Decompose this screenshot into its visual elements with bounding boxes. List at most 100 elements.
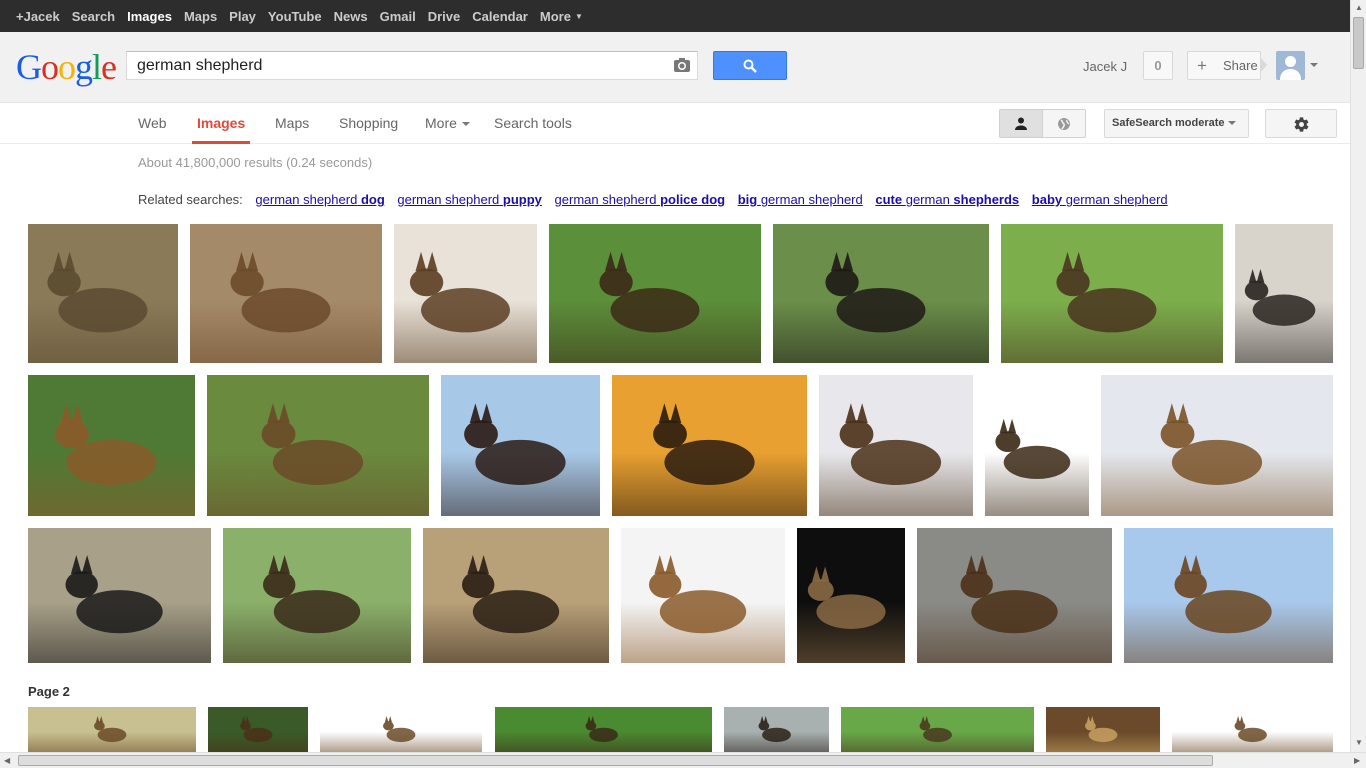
image-result-thumbnail[interactable] — [28, 224, 178, 363]
image-result-thumbnail[interactable] — [207, 375, 429, 516]
dog-silhouette-icon — [240, 716, 273, 743]
google-logo[interactable]: Google — [16, 46, 117, 88]
dog-silhouette-icon — [462, 555, 560, 634]
globe-icon — [1058, 118, 1070, 130]
user-name[interactable]: Jacek J — [1083, 59, 1127, 74]
topbar-search-link[interactable]: Search — [66, 0, 121, 32]
image-result-thumbnail[interactable] — [797, 528, 905, 663]
image-result-thumbnail[interactable] — [423, 528, 609, 663]
image-result-thumbnail[interactable] — [28, 528, 211, 663]
image-result-thumbnail[interactable] — [549, 224, 761, 363]
safesearch-label: SafeSearch moderate — [1112, 117, 1225, 129]
topbar-more-label: More — [539, 9, 571, 24]
top-navigation-bar: +Jacek Search Images Maps Play YouTube N… — [0, 0, 1350, 32]
settings-button[interactable] — [1265, 109, 1337, 138]
avatar[interactable] — [1276, 51, 1305, 80]
image-result-thumbnail[interactable] — [190, 224, 382, 363]
personal-results-toggle[interactable] — [999, 109, 1043, 138]
notification-count-button[interactable]: 0 — [1143, 51, 1173, 80]
related-search-bold: puppy — [502, 192, 542, 207]
related-search-big[interactable]: big german shepherd — [738, 192, 863, 207]
image-result-thumbnail[interactable] — [773, 224, 989, 363]
tab-shopping[interactable]: Shopping — [339, 103, 398, 144]
vertical-scrollbar[interactable]: ▲ ▼ — [1350, 0, 1366, 752]
image-result-thumbnail[interactable] — [724, 707, 829, 752]
topbar-images-link[interactable]: Images — [121, 0, 178, 32]
image-result-thumbnail[interactable] — [985, 375, 1089, 516]
topbar-calendar-link[interactable]: Calendar — [466, 0, 534, 32]
image-result-thumbnail[interactable] — [1046, 707, 1160, 752]
tab-maps[interactable]: Maps — [275, 103, 309, 144]
dog-silhouette-icon — [94, 716, 127, 743]
image-result-thumbnail[interactable] — [320, 707, 482, 752]
search-button[interactable] — [713, 51, 787, 80]
tab-more-label: More — [425, 115, 457, 131]
topbar-profile-link[interactable]: +Jacek — [10, 0, 66, 32]
related-search-police-dog[interactable]: german shepherd police dog — [555, 192, 726, 207]
image-result-thumbnail[interactable] — [208, 707, 308, 752]
caret-down-icon — [461, 122, 470, 126]
scroll-down-icon[interactable]: ▼ — [1355, 738, 1363, 747]
dog-silhouette-icon — [599, 251, 700, 333]
image-result-thumbnail[interactable] — [394, 224, 537, 363]
tab-more[interactable]: More — [425, 103, 470, 144]
topbar-gmail-link[interactable]: Gmail — [374, 0, 422, 32]
topbar-maps-link[interactable]: Maps — [178, 0, 223, 32]
related-search-baby[interactable]: baby german shepherd — [1032, 192, 1168, 207]
image-result-thumbnail[interactable] — [1124, 528, 1333, 663]
horizontal-scrollbar[interactable]: ◀ ▶ — [0, 752, 1366, 768]
search-input[interactable] — [137, 57, 657, 75]
topbar-youtube-link[interactable]: YouTube — [262, 0, 328, 32]
related-search-puppy[interactable]: german shepherd puppy — [397, 192, 542, 207]
person-icon — [1015, 117, 1027, 130]
scroll-right-icon[interactable]: ▶ — [1354, 756, 1360, 765]
topbar-drive-link[interactable]: Drive — [422, 0, 467, 32]
related-search-cute[interactable]: cute german shepherds — [875, 192, 1019, 207]
search-box — [126, 51, 698, 80]
image-result-thumbnail[interactable] — [495, 707, 712, 752]
dog-silhouette-icon — [1160, 403, 1263, 485]
share-button[interactable]: + Share — [1187, 51, 1261, 80]
camera-icon[interactable] — [673, 57, 691, 73]
dog-silhouette-icon — [653, 403, 755, 485]
topbar-play-link[interactable]: Play — [223, 0, 262, 32]
related-search-text: german shepherd — [554, 192, 657, 207]
image-result-thumbnail[interactable] — [1001, 224, 1223, 363]
image-result-thumbnail[interactable] — [621, 528, 785, 663]
safesearch-dropdown[interactable]: SafeSearch moderate — [1104, 109, 1249, 138]
dog-silhouette-icon — [825, 251, 926, 333]
topbar-news-link[interactable]: News — [328, 0, 374, 32]
vertical-scroll-thumb[interactable] — [1353, 17, 1364, 69]
image-result-thumbnail[interactable] — [1101, 375, 1333, 516]
tab-images[interactable]: Images — [191, 103, 251, 144]
image-result-thumbnail[interactable] — [1235, 224, 1333, 363]
share-arrow-decoration — [1260, 57, 1267, 73]
related-search-bold: dog — [360, 192, 385, 207]
global-results-toggle[interactable] — [1042, 109, 1086, 138]
dog-silhouette-icon — [261, 403, 364, 485]
image-result-thumbnail[interactable] — [223, 528, 411, 663]
image-result-thumbnail[interactable] — [441, 375, 600, 516]
caret-down-icon[interactable] — [1310, 63, 1318, 67]
image-result-thumbnail[interactable] — [1172, 707, 1333, 752]
dog-silhouette-icon — [383, 716, 416, 743]
dog-silhouette-icon — [1244, 269, 1316, 326]
image-result-thumbnail[interactable] — [819, 375, 973, 516]
scroll-up-icon[interactable]: ▲ — [1355, 3, 1363, 12]
image-result-thumbnail[interactable] — [28, 707, 196, 752]
horizontal-scroll-thumb[interactable] — [18, 755, 1213, 766]
search-type-tabs: Web Images Maps Shopping More Search too… — [0, 103, 1350, 144]
image-result-thumbnail[interactable] — [28, 375, 195, 516]
image-result-thumbnail[interactable] — [917, 528, 1112, 663]
magnifier-icon — [743, 59, 757, 73]
image-result-thumbnail[interactable] — [841, 707, 1034, 752]
scroll-left-icon[interactable]: ◀ — [4, 756, 10, 765]
page-2-label: Page 2 — [28, 684, 70, 699]
dog-silhouette-icon — [230, 251, 331, 333]
image-result-thumbnail[interactable] — [612, 375, 807, 516]
tab-web[interactable]: Web — [138, 103, 167, 144]
related-search-bold: baby — [1031, 192, 1063, 207]
search-tools-button[interactable]: Search tools — [494, 103, 572, 144]
related-search-dog[interactable]: german shepherd dog — [255, 192, 384, 207]
topbar-more-link[interactable]: More ▼ — [534, 0, 589, 32]
